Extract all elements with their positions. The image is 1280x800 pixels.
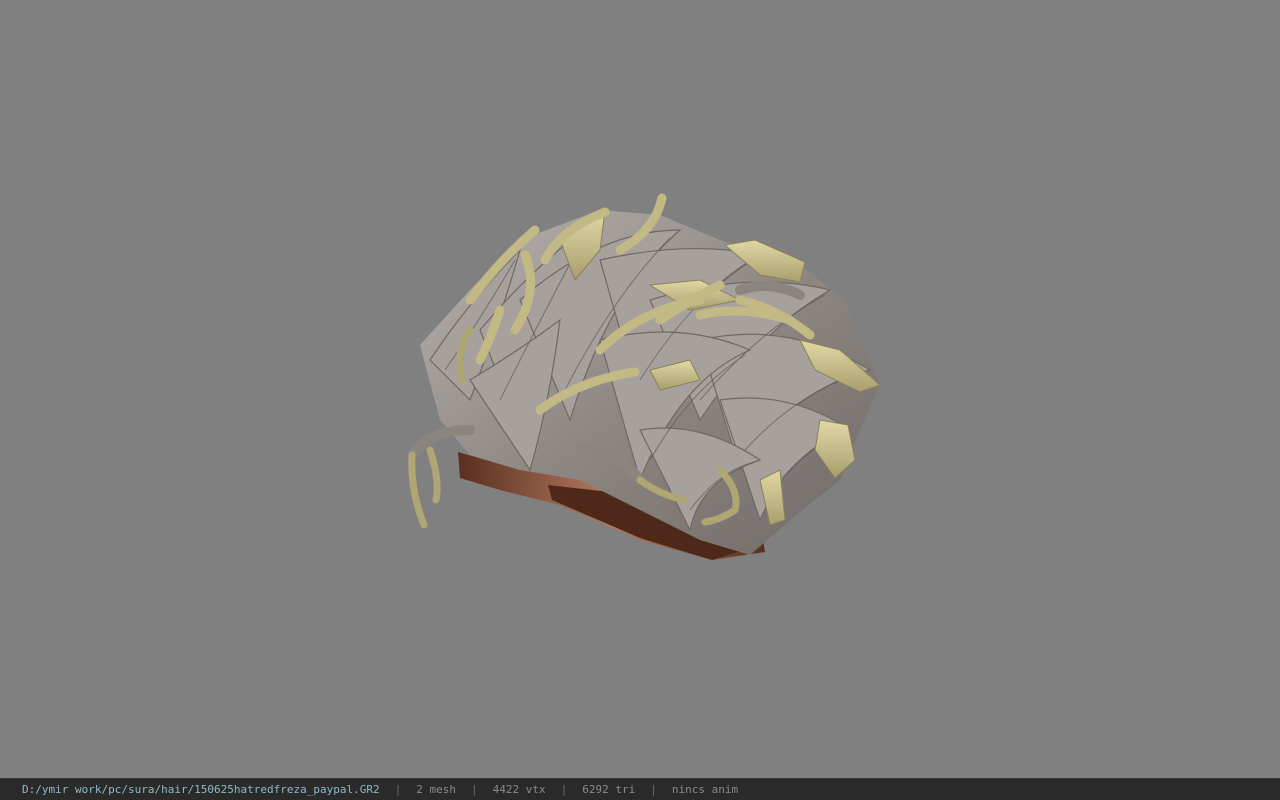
file-path: D:/ymir work/pc/sura/hair/150625hatredfr… — [22, 783, 380, 796]
hair-model-render — [407, 193, 881, 560]
separator: | — [650, 783, 657, 796]
triangle-count: 6292 tri — [582, 783, 636, 796]
status-bar: D:/ymir work/pc/sura/hair/150625hatredfr… — [0, 778, 1280, 800]
separator: | — [560, 783, 568, 796]
animation-status: nincs anim — [671, 783, 739, 796]
separator: | — [394, 783, 402, 796]
vertex-count: 4422 vtx — [492, 783, 546, 796]
3d-viewport[interactable] — [0, 0, 1280, 778]
hair-mass — [407, 193, 881, 555]
mesh-count: 2 mesh — [416, 783, 456, 796]
separator: | — [471, 783, 478, 796]
